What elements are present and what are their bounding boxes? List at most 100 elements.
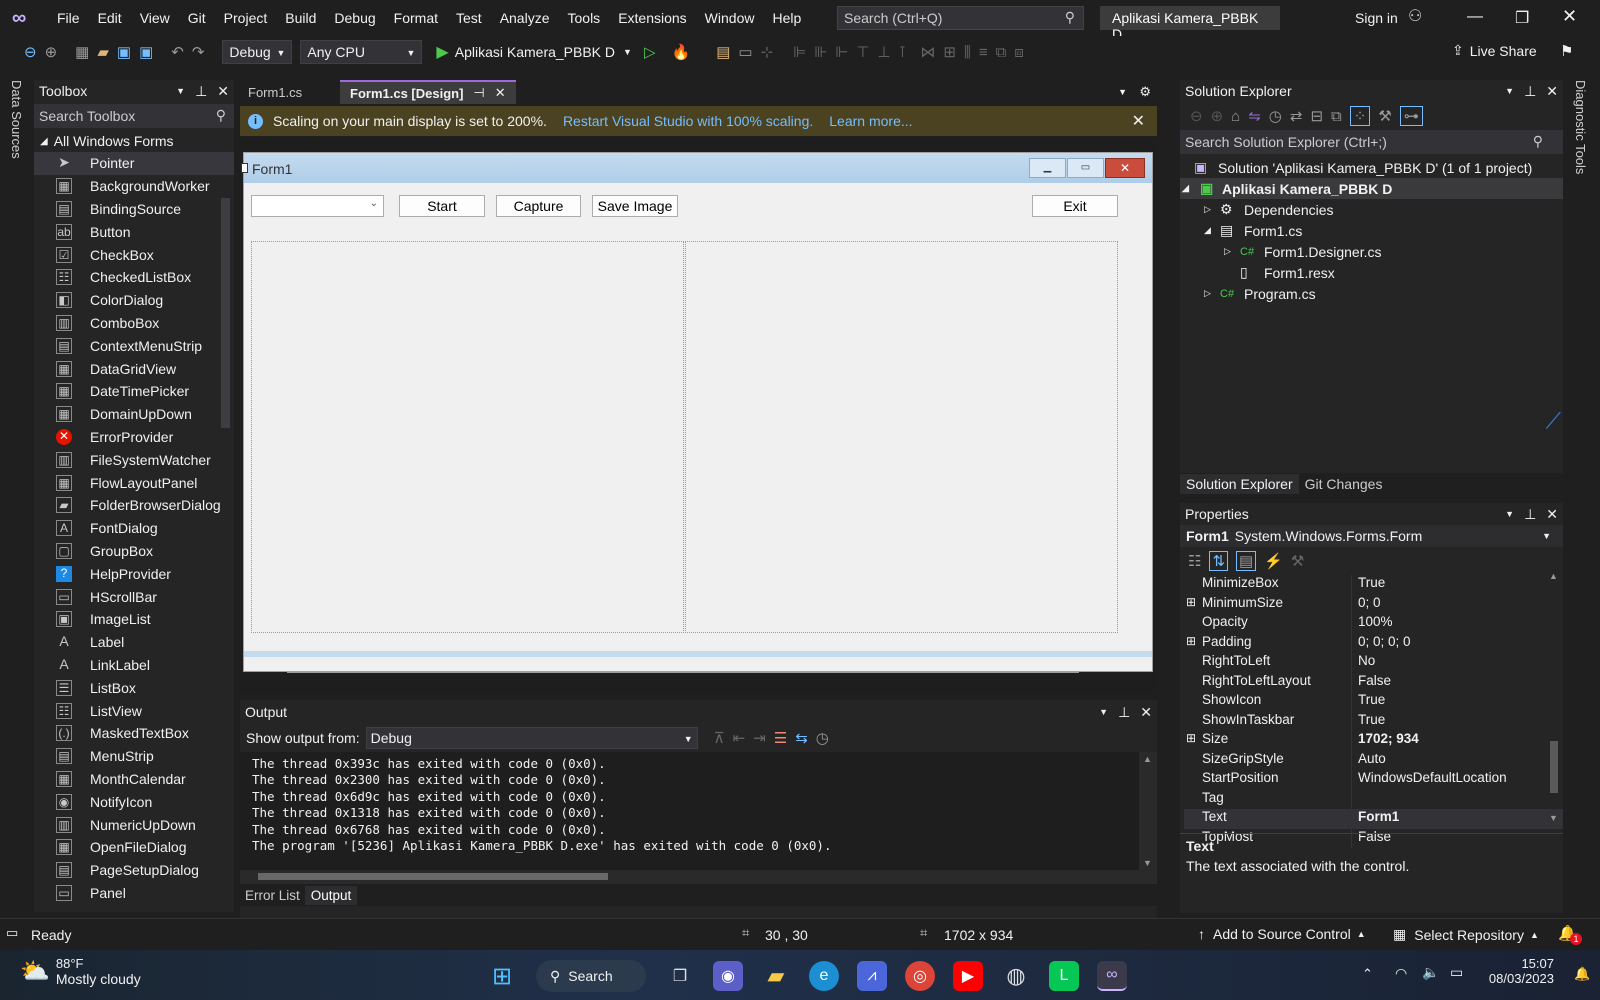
menu-git[interactable]: Git (179, 10, 215, 26)
scroll-thumb[interactable] (1550, 741, 1558, 793)
battery-icon[interactable]: ▭ (1450, 964, 1463, 981)
menu-build[interactable]: Build (276, 10, 325, 26)
vs-code-icon[interactable]: ⩘ (857, 961, 887, 991)
expand-plus-icon[interactable]: ⊞ (1186, 634, 1196, 648)
feedback-icon[interactable]: ⚑ (1560, 42, 1573, 60)
steam-icon[interactable]: ◍ (1001, 961, 1031, 991)
youtube-icon[interactable]: ▶ (953, 961, 983, 991)
pending-changes-icon[interactable]: ◷ (1269, 107, 1282, 125)
menu-test[interactable]: Test (447, 10, 491, 26)
close-icon[interactable]: ✕ (1140, 704, 1152, 721)
save-icon[interactable]: ▣ (117, 43, 131, 61)
output-text-area[interactable]: The thread 0x393c has exited with code 0… (240, 752, 1157, 870)
back-icon[interactable]: ⊖ (24, 43, 37, 61)
scroll-down-icon[interactable]: ▼ (1143, 858, 1152, 868)
menu-project[interactable]: Project (215, 10, 277, 26)
property-row[interactable]: Tag (1184, 789, 1563, 809)
property-value[interactable]: 1702; 934 (1352, 731, 1419, 751)
winform-window[interactable]: Form1 ▁ ▭ ✕ ⌄ Start Capture Save Image E… (241, 152, 1153, 672)
toolbox-item-button[interactable]: ab Button (34, 220, 234, 243)
toolbox-item-colordialog[interactable]: ◧ ColorDialog (34, 289, 234, 312)
volume-icon[interactable]: 🔈 (1422, 964, 1439, 981)
toolbox-item-maskedtextbox[interactable]: (.) MaskedTextBox (34, 722, 234, 745)
property-pages-icon[interactable]: ⚒ (1291, 552, 1304, 570)
pin-icon[interactable]: ⊥ (1118, 704, 1130, 721)
toolbox-item-pointer[interactable]: ➤ Pointer (34, 152, 234, 175)
chevron-down-icon[interactable]: ▼ (1099, 707, 1108, 717)
live-share-button[interactable]: ⇪ Live Share (1452, 42, 1537, 59)
output-horizontal-scrollbar[interactable] (240, 870, 1157, 884)
winform-maximize-icon[interactable]: ▭ (1067, 158, 1104, 178)
properties-scrollbar[interactable]: ▲ ▼ (1547, 571, 1561, 823)
property-value[interactable]: 0; 0; 0; 0 (1352, 634, 1411, 654)
previous-message-icon[interactable]: ⇤ (733, 729, 746, 747)
windows-start-icon[interactable]: ⊞ (487, 961, 517, 991)
menu-tools[interactable]: Tools (559, 10, 610, 26)
file-explorer-icon[interactable]: ▰ (761, 961, 791, 991)
new-project-icon[interactable]: ▦ (75, 43, 89, 61)
toolbox-search-input[interactable]: Search Toolbox ⚲ (34, 104, 234, 128)
property-value[interactable]: Auto (1352, 751, 1386, 771)
tab-form1-design[interactable]: Form1.cs [Design] ⊣ ✕ (340, 80, 516, 104)
preview-icon[interactable]: ⊶ (1399, 106, 1423, 126)
chat-icon[interactable]: ◉ (713, 961, 743, 991)
toolbox-item-datetimepicker[interactable]: ▦ DateTimePicker (34, 380, 234, 403)
property-value[interactable]: False (1352, 673, 1391, 693)
search-input[interactable]: Search (Ctrl+Q) ⚲ (837, 6, 1084, 30)
home-icon[interactable]: ⌂ (1231, 108, 1240, 125)
align-right-icon[interactable]: ⊩ (835, 43, 848, 61)
restart-scaling-link[interactable]: Restart Visual Studio with 100% scaling. (563, 113, 813, 129)
menu-format[interactable]: Format (385, 10, 447, 26)
sync-icon[interactable]: ⇄ (1290, 107, 1303, 125)
solution-folder-icon[interactable]: ▤ (716, 43, 730, 61)
close-icon[interactable]: ✕ (217, 83, 229, 100)
expand-plus-icon[interactable]: ⊞ (1186, 731, 1196, 745)
save-image-button[interactable]: Save Image (592, 195, 678, 217)
toolbox-item-helpprovider[interactable]: ? HelpProvider (34, 562, 234, 585)
start-without-debugging-icon[interactable]: ▷ (644, 43, 656, 61)
alphabetical-icon[interactable]: ⇅ (1209, 551, 1229, 571)
toolbox-item-linklabel[interactable]: A LinkLabel (34, 654, 234, 677)
tree-dependencies[interactable]: ▷ ⚙ Dependencies (1180, 199, 1563, 220)
scroll-up-icon[interactable]: ▲ (1143, 754, 1152, 764)
property-row[interactable]: MinimizeBox True (1184, 575, 1563, 595)
forward-icon[interactable]: ⊕ (45, 43, 58, 61)
property-row[interactable]: ⊞ Size 1702; 934 (1184, 731, 1563, 751)
properties-wrench-icon[interactable]: ⚒ (1378, 107, 1391, 125)
bring-to-front-icon[interactable]: ⧉ (996, 44, 1007, 61)
start-button[interactable]: Start (399, 195, 485, 217)
align-bottom-icon[interactable]: ⊺ (899, 43, 907, 61)
toolbox-item-errorprovider[interactable]: ✕ ErrorProvider (34, 426, 234, 449)
next-message-icon[interactable]: ⇥ (753, 729, 766, 747)
scroll-up-icon[interactable]: ▲ (1549, 571, 1558, 581)
scroll-down-icon[interactable]: ▼ (1549, 813, 1558, 823)
property-row[interactable]: ShowIcon True (1184, 692, 1563, 712)
output-source-dropdown[interactable]: Debug ▼ (365, 727, 698, 749)
copy-icon[interactable]: ⧉ (1331, 108, 1342, 125)
forward-icon[interactable]: ⊕ (1211, 107, 1224, 125)
menu-edit[interactable]: Edit (89, 10, 131, 26)
tab-list-dropdown-icon[interactable]: ▼ (1118, 87, 1127, 97)
align-center-icon[interactable]: ⊪ (814, 43, 827, 61)
toolbox-item-bindingsource[interactable]: ▤ BindingSource (34, 198, 234, 221)
toolbox-item-groupbox[interactable]: ▢ GroupBox (34, 540, 234, 563)
toolbox-item-combobox[interactable]: ▥ ComboBox (34, 312, 234, 335)
property-row[interactable]: RightToLeft No (1184, 653, 1563, 673)
property-value[interactable]: True (1352, 575, 1385, 595)
toolbox-item-hscrollbar[interactable]: ▭ HScrollBar (34, 585, 234, 608)
tab-output[interactable]: Output (304, 885, 358, 905)
tree-solution[interactable]: ▣ Solution 'Aplikasi Kamera_PBBK D' (1 of… (1180, 157, 1563, 178)
tree-form1-resx[interactable]: ▯ Form1.resx (1180, 262, 1563, 283)
property-value[interactable]: True (1352, 692, 1385, 712)
vertical-spacing-icon[interactable]: ≡ (979, 44, 988, 61)
winform-minimize-icon[interactable]: ▁ (1029, 158, 1066, 178)
close-icon[interactable]: ✕ (495, 85, 506, 101)
toolbox-item-monthcalendar[interactable]: ▦ MonthCalendar (34, 768, 234, 791)
solution-search-input[interactable]: Search Solution Explorer (Ctrl+;) ⚲ (1180, 130, 1563, 154)
toolbox-item-fontdialog[interactable]: A FontDialog (34, 517, 234, 540)
clear-all-icon[interactable]: ☰ (774, 729, 787, 747)
align-top-icon[interactable]: ⊤ (856, 43, 869, 61)
expand-plus-icon[interactable]: ⊞ (1186, 595, 1196, 609)
pin-icon[interactable]: ⊥ (1524, 506, 1536, 523)
pin-icon[interactable]: ⊥ (1524, 83, 1536, 100)
